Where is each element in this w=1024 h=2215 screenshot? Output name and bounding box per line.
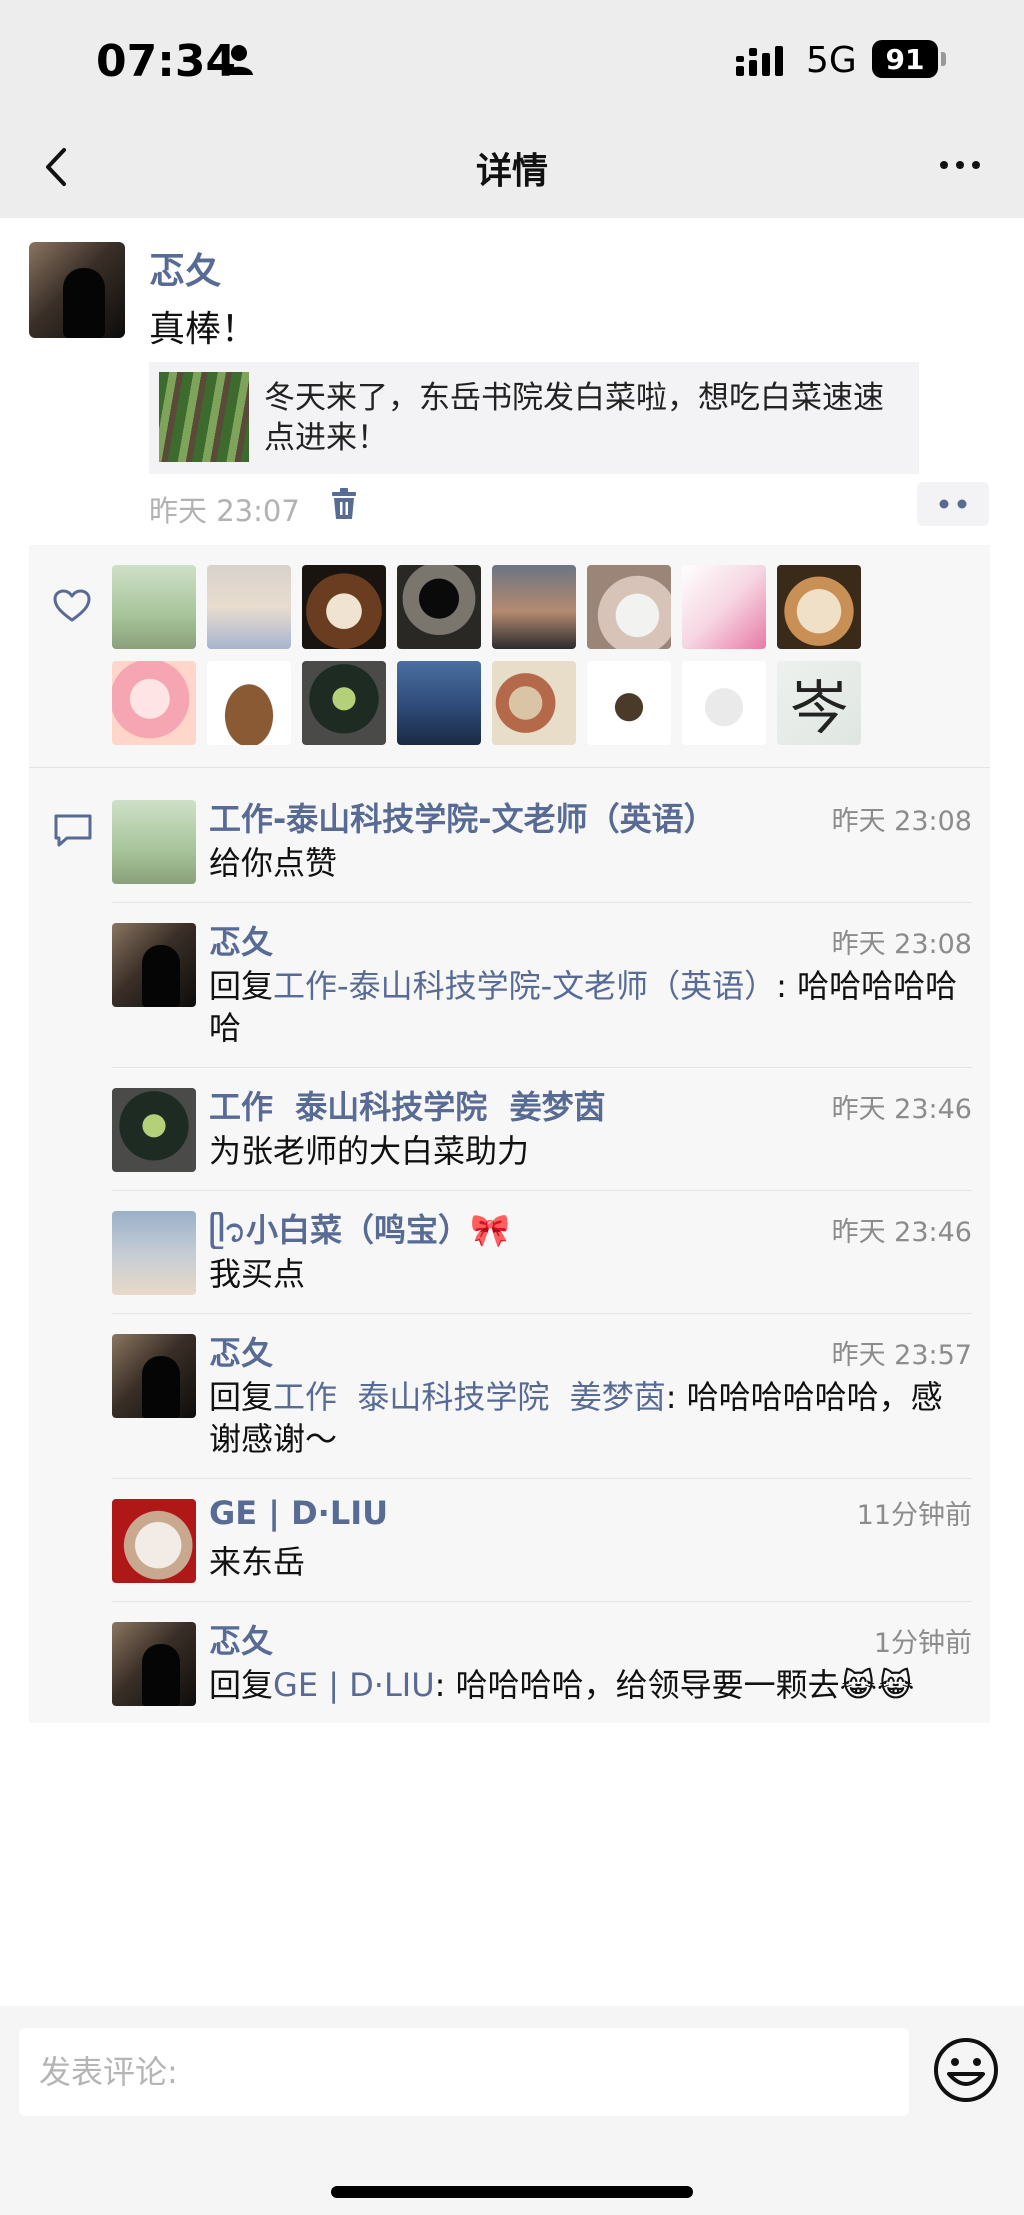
comment-input[interactable] (19, 2028, 909, 2116)
commenter-name[interactable]: 忑夂 (209, 1328, 273, 1374)
comment-item[interactable]: ᥫ᭡小白菜（鸣宝）🎀 昨天 23:46 我买点 (112, 1191, 972, 1314)
avatar-girl-with-cat[interactable] (587, 565, 671, 649)
avatar-dog-in-bag[interactable] (777, 565, 861, 649)
action-menu-button[interactable] (917, 482, 989, 526)
divider (29, 767, 990, 768)
avatar-sunset-silhouette[interactable] (492, 565, 576, 649)
avatar-pink-cartoon-girl[interactable] (112, 661, 196, 745)
avatar-masked-rider[interactable] (397, 565, 481, 649)
author-name[interactable]: 忑夂 (149, 242, 221, 294)
comment-item[interactable]: GE | D·LIU 11分钟前 来东岳 (112, 1479, 972, 1602)
battery-tip (941, 52, 946, 66)
commenter-avatar[interactable] (112, 1088, 196, 1172)
comment-time: 昨天 23:46 (831, 1217, 972, 1248)
page-title: 详情 (475, 151, 548, 192)
avatar-cartoon-garden[interactable] (112, 565, 196, 649)
comment-item[interactable]: 忑夂 昨天 23:08 回复工作-泰山科技学院-文老师（英语）: 哈哈哈哈哈哈 (112, 903, 972, 1068)
like-avatar-grid: 岑 (112, 565, 872, 745)
avatar-shiba-dog[interactable] (302, 565, 386, 649)
comment-text: 为张老师的大白菜助力 (209, 1132, 530, 1170)
battery-icon: 91 (872, 40, 938, 78)
battery-level: 91 (885, 42, 925, 76)
comment-item[interactable]: 忑夂 1分钟前 回复GE | D·LIU: 哈哈哈哈，给领导要一颗去😹😹 (112, 1602, 972, 1724)
comment-item[interactable]: 工作 泰山科技学院 姜梦茵 昨天 23:46 为张老师的大白菜助力 (112, 1068, 972, 1191)
avatar-pink-cartoon-leg[interactable] (682, 565, 766, 649)
commenter-name[interactable]: 忑夂 (209, 1616, 273, 1662)
reply-prefix: 回复 (209, 1378, 274, 1416)
commenter-avatar[interactable] (112, 923, 196, 1007)
status-time: 07:34 (96, 36, 237, 87)
comment-text: 来东岳 (209, 1543, 306, 1581)
commenter-name[interactable]: 工作 泰山科技学院 姜梦茵 (209, 1082, 606, 1128)
comment-text: 回复GE | D·LIU: 哈哈哈哈，给领导要一颗去😹😹 (209, 1664, 972, 1706)
shared-link-thumbnail (159, 372, 249, 462)
signal-icon (736, 46, 783, 76)
status-bar: 07:34 5G 91 (0, 0, 1024, 120)
commenter-avatar[interactable] (112, 1499, 196, 1583)
avatar-girl-portrait[interactable] (207, 565, 291, 649)
emoji-icon[interactable] (932, 2036, 1000, 2104)
reply-body: : 哈哈哈哈，给领导要一颗去😹😹 (434, 1666, 915, 1704)
avatar-sea-silhouette[interactable] (397, 661, 481, 745)
reply-prefix: 回复 (209, 1666, 274, 1704)
avatar-monkey-sketch[interactable] (587, 661, 671, 745)
reply-prefix: 回复 (209, 967, 274, 1005)
comment-time: 昨天 23:08 (831, 806, 972, 837)
reply-to-name[interactable]: 工作-泰山科技学院-文老师（英语） (273, 967, 776, 1005)
calligraphy-char: 岑 (789, 674, 848, 742)
comment-text: 回复工作-泰山科技学院-文老师（英语）: 哈哈哈哈哈哈 (209, 965, 972, 1049)
reply-to-name[interactable]: GE | D·LIU (273, 1666, 435, 1704)
comment-time: 昨天 23:57 (831, 1340, 972, 1371)
comment-list: 工作-泰山科技学院-文老师（英语） 昨天 23:08 给你点赞 忑夂 昨天 23… (112, 780, 972, 1724)
comment-time: 11分钟前 (856, 1500, 972, 1531)
commenter-avatar[interactable] (112, 1211, 196, 1295)
comment-item[interactable]: 工作-泰山科技学院-文老师（英语） 昨天 23:08 给你点赞 (112, 780, 972, 903)
commenter-name[interactable]: GE | D·LIU (209, 1494, 388, 1532)
comment-time: 昨天 23:46 (831, 1094, 972, 1125)
likes-section: 岑 (29, 545, 990, 767)
commenter-name[interactable]: 忑夂 (209, 917, 273, 963)
trash-icon[interactable] (330, 488, 358, 520)
more-icon[interactable] (936, 150, 984, 180)
avatar-calligraphy[interactable]: 岑 (777, 661, 861, 745)
avatar-two-friends[interactable] (492, 661, 576, 745)
commenter-avatar[interactable] (112, 1622, 196, 1706)
post-text: 真棒！ (149, 309, 258, 350)
comment-text: 给你点赞 (209, 844, 338, 882)
comment-time: 1分钟前 (873, 1628, 972, 1659)
comment-input-bar (0, 2006, 1024, 2215)
comment-item[interactable]: 忑夂 昨天 23:57 回复工作 泰山科技学院 姜梦茵: 哈哈哈哈哈哈，感谢感谢… (112, 1314, 972, 1479)
post-time: 昨天 23:07 (149, 494, 300, 528)
shared-link-title: 冬天来了，东岳书院发白菜啦，想吃白菜速速点进来！ (264, 380, 884, 456)
avatar-cat-lifting[interactable] (682, 661, 766, 745)
home-indicator (331, 2186, 693, 2198)
two-dots-icon (939, 499, 967, 509)
person-icon (225, 45, 253, 75)
heart-icon (53, 589, 91, 622)
commenter-avatar[interactable] (112, 1334, 196, 1418)
avatar-baby-in-hat[interactable] (302, 661, 386, 745)
comment-bubble-icon (54, 814, 92, 847)
comment-time: 昨天 23:08 (831, 929, 972, 960)
avatar-caveman-meme[interactable] (207, 661, 291, 745)
reply-to-name[interactable]: 工作 泰山科技学院 姜梦茵 (273, 1378, 666, 1416)
shared-link-card[interactable]: 冬天来了，东岳书院发白菜啦，想吃白菜速速点进来！ (149, 362, 919, 474)
interaction-panel: 岑 工作-泰山科技学院-文老师（英语） 昨天 23:08 给你点赞 忑夂 昨天 … (29, 545, 990, 1723)
author-avatar[interactable] (29, 242, 125, 338)
comment-text: 回复工作 泰山科技学院 姜梦茵: 哈哈哈哈哈哈，感谢感谢～ (209, 1376, 972, 1460)
commenter-name[interactable]: 工作-泰山科技学院-文老师（英语） (209, 794, 716, 840)
network-label: 5G (806, 40, 857, 81)
commenter-avatar[interactable] (112, 800, 196, 884)
nav-bar: 详情 (0, 120, 1024, 218)
